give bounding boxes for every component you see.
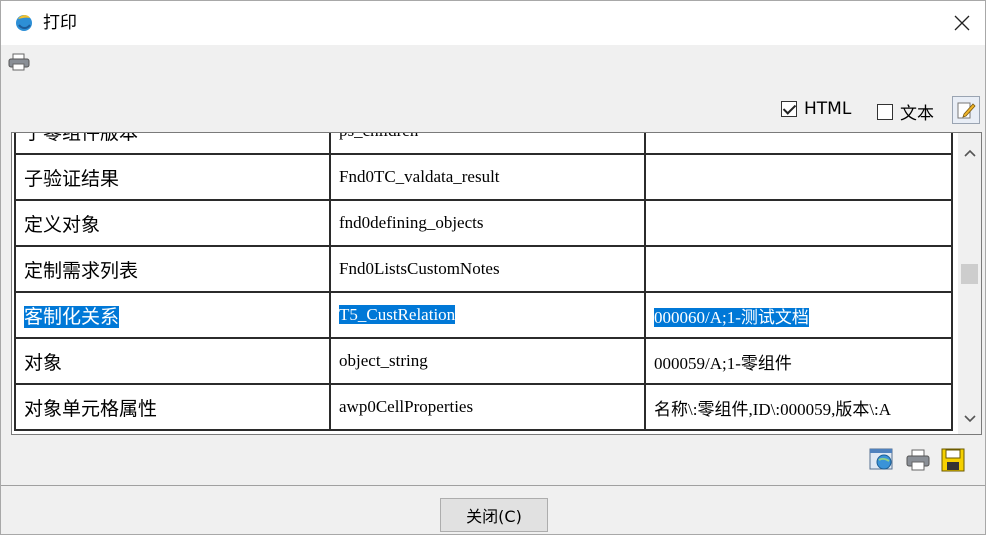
- property-key-cell: T5_CustRelation: [329, 291, 646, 339]
- table-row-selected[interactable]: 客制化关系 T5_CustRelation 000060/A;1-测试文档: [14, 291, 953, 339]
- selected-text: 000060/A;1-测试文档: [654, 307, 809, 327]
- property-key-cell: ps_children: [329, 133, 646, 155]
- property-value-cell: [644, 133, 953, 155]
- property-value-cell: 名称\:零组件,ID\:000059,版本\:A: [644, 383, 953, 431]
- table-row[interactable]: 对象 object_string 000059/A;1-零组件: [14, 337, 953, 385]
- html-checkbox-box[interactable]: [781, 101, 797, 117]
- scroll-thumb[interactable]: [961, 264, 978, 284]
- save-button[interactable]: [939, 446, 967, 474]
- print-dialog: 打印 HTML 文本 子验证结果 Fnd0TC_valdata_result 定…: [0, 0, 986, 535]
- text-checkbox-box[interactable]: [877, 103, 893, 120]
- app-logo-icon: [13, 11, 35, 33]
- property-key-cell: Fnd0TC_valdata_result: [329, 153, 646, 201]
- format-options: HTML 文本: [1, 91, 985, 131]
- printer-icon[interactable]: [8, 53, 30, 71]
- table-row[interactable]: 定制需求列表 Fnd0ListsCustomNotes: [14, 245, 953, 293]
- scroll-up-button[interactable]: [958, 143, 981, 163]
- text-checkbox[interactable]: 文本: [877, 99, 934, 124]
- property-value-cell: [644, 153, 953, 201]
- chevron-down-icon: [963, 415, 976, 423]
- browser-preview-button[interactable]: [868, 446, 896, 474]
- property-name-cell: 对象: [14, 337, 331, 385]
- text-checkbox-label: 文本: [900, 104, 934, 124]
- html-checkbox-label: HTML: [804, 99, 852, 119]
- browser-preview-icon: [869, 448, 893, 470]
- scroll-down-button[interactable]: [958, 409, 981, 429]
- window-close-button[interactable]: [939, 1, 985, 45]
- vertical-scrollbar[interactable]: [958, 133, 981, 434]
- table-viewport: 子零组件版本 ps_children 子验证结果 Fnd0TC_valdata_…: [12, 133, 954, 434]
- table-row[interactable]: 子零组件版本 ps_children: [14, 133, 953, 155]
- property-value-cell: [644, 245, 953, 293]
- property-name-cell: 子验证结果: [14, 153, 331, 201]
- property-value-cell: [644, 199, 953, 247]
- save-icon: [941, 448, 965, 472]
- close-icon: [954, 15, 970, 31]
- close-button[interactable]: 关闭(C): [440, 498, 548, 532]
- edit-icon: [957, 102, 976, 119]
- property-key-cell: awp0CellProperties: [329, 383, 646, 431]
- window-title: 打印: [43, 13, 77, 33]
- property-key-cell: object_string: [329, 337, 646, 385]
- chevron-up-icon: [963, 149, 976, 157]
- top-toolbar: [1, 45, 985, 79]
- property-value-cell: 000059/A;1-零组件: [644, 337, 953, 385]
- property-name-cell: 客制化关系: [14, 291, 331, 339]
- property-key-cell: fnd0defining_objects: [329, 199, 646, 247]
- property-name-cell: 定义对象: [14, 199, 331, 247]
- table-row[interactable]: 对象单元格属性 awp0CellProperties 名称\:零组件,ID\:0…: [14, 383, 953, 431]
- printer-icon: [906, 449, 930, 471]
- html-checkbox[interactable]: HTML: [781, 99, 851, 119]
- property-name-cell: 子零组件版本: [14, 133, 331, 155]
- title-bar: 打印: [1, 1, 985, 45]
- property-value-cell: 000060/A;1-测试文档: [644, 291, 953, 339]
- table-row[interactable]: 定义对象 fnd0defining_objects: [14, 199, 953, 247]
- print-button[interactable]: [904, 446, 932, 474]
- property-name-cell: 定制需求列表: [14, 245, 331, 293]
- properties-table: 子零组件版本 ps_children 子验证结果 Fnd0TC_valdata_…: [14, 133, 953, 431]
- edit-button[interactable]: [952, 96, 980, 124]
- footer-divider: [1, 485, 985, 486]
- table-row[interactable]: 子验证结果 Fnd0TC_valdata_result: [14, 153, 953, 201]
- selected-text: T5_CustRelation: [339, 305, 456, 324]
- property-name-cell: 对象单元格属性: [14, 383, 331, 431]
- properties-table-area: 子零组件版本 ps_children 子验证结果 Fnd0TC_valdata_…: [11, 132, 982, 435]
- selected-text: 客制化关系: [24, 305, 120, 328]
- property-key-cell: Fnd0ListsCustomNotes: [329, 245, 646, 293]
